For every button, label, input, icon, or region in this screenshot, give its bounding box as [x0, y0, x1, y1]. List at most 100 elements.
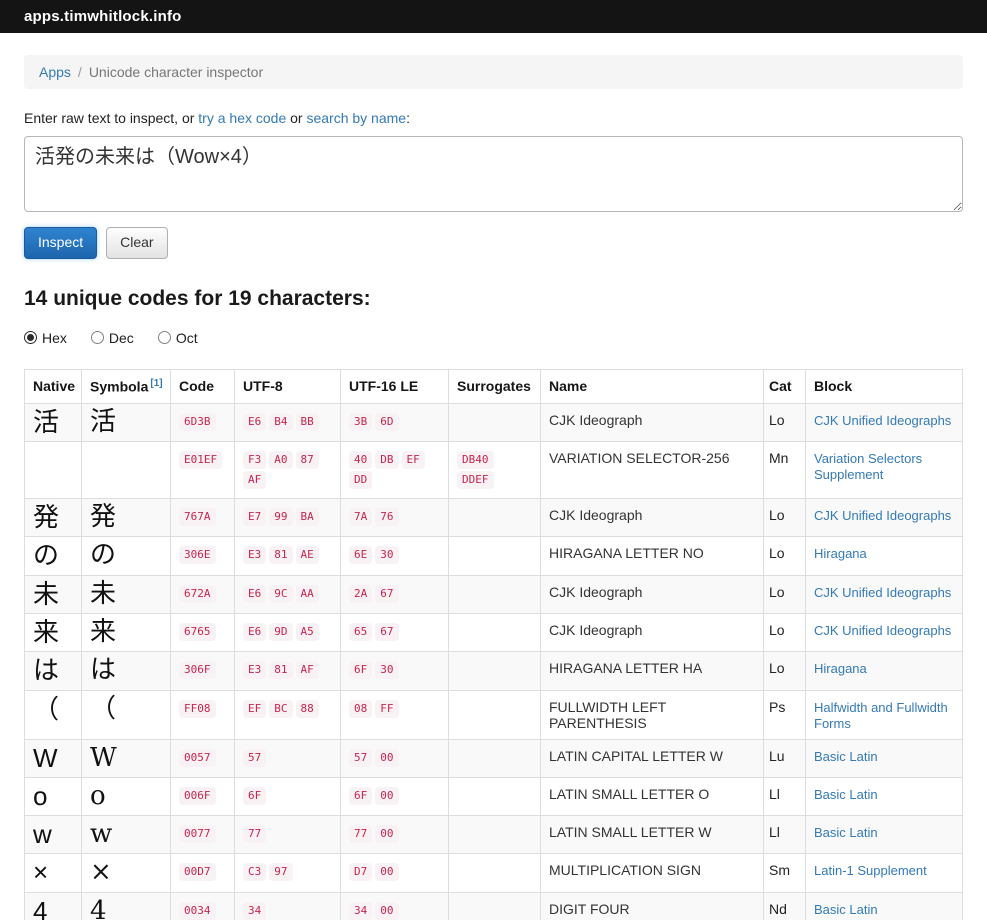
code-chip[interactable]: BA	[296, 508, 319, 526]
radix-radio-dec[interactable]	[91, 331, 104, 344]
code-chip[interactable]: 0034	[179, 902, 216, 920]
code-chip[interactable]: D7	[349, 863, 372, 881]
code-chip[interactable]: 3B	[349, 413, 372, 431]
code-chip[interactable]: FF08	[179, 700, 216, 718]
code-chip[interactable]: 40	[349, 451, 372, 469]
code-chip[interactable]: 6F	[349, 661, 372, 679]
code-chip[interactable]: 767A	[179, 508, 216, 526]
code-chip[interactable]: 77	[349, 825, 372, 843]
code-chip[interactable]: DB40	[457, 451, 494, 469]
block-link[interactable]: Latin-1 Supplement	[814, 863, 927, 878]
code-chip[interactable]: EF	[402, 451, 425, 469]
code-chip[interactable]: 34	[349, 902, 372, 920]
code-chip[interactable]: 88	[296, 700, 319, 718]
code-chip[interactable]: 65	[349, 623, 372, 641]
code-chip[interactable]: E6	[243, 413, 266, 431]
code-chip[interactable]: 7A	[349, 508, 372, 526]
code-chip[interactable]: C3	[243, 863, 266, 881]
block-link[interactable]: Hiragana	[814, 546, 867, 561]
code-chip[interactable]: EF	[243, 700, 266, 718]
block-link[interactable]: Variation Selectors Supplement	[814, 451, 922, 482]
code-chip[interactable]: 30	[375, 546, 398, 564]
code-chip[interactable]: 6E	[349, 546, 372, 564]
block-link[interactable]: Basic Latin	[814, 749, 878, 764]
code-chip[interactable]: E6	[243, 585, 266, 603]
block-link[interactable]: CJK Unified Ideographs	[814, 585, 951, 600]
code-chip[interactable]: E3	[243, 661, 266, 679]
code-chip[interactable]: 77	[243, 825, 266, 843]
code-chip[interactable]: 67	[375, 585, 398, 603]
code-chip[interactable]: 006F	[179, 787, 216, 805]
code-chip[interactable]: 306F	[179, 661, 216, 679]
code-chip[interactable]: E3	[243, 546, 266, 564]
code-chip[interactable]: 00	[375, 825, 398, 843]
code-chip[interactable]: 00	[375, 902, 398, 920]
block-link[interactable]: Basic Latin	[814, 825, 878, 840]
code-chip[interactable]: 0057	[179, 749, 216, 767]
code-chip[interactable]: A5	[296, 623, 319, 641]
code-chip[interactable]: 34	[243, 902, 266, 920]
code-chip[interactable]: E7	[243, 508, 266, 526]
radix-radio-hex[interactable]	[24, 331, 37, 344]
code-chip[interactable]: B4	[269, 413, 292, 431]
code-chip[interactable]: F3	[243, 451, 266, 469]
block-link[interactable]: CJK Unified Ideographs	[814, 413, 951, 428]
code-chip[interactable]: A0	[269, 451, 292, 469]
code-chip[interactable]: 00	[375, 787, 398, 805]
block-link[interactable]: CJK Unified Ideographs	[814, 508, 951, 523]
code-chip[interactable]: 57	[243, 749, 266, 767]
code-chip[interactable]: AF	[243, 471, 266, 489]
inspect-input[interactable]: 活発の未来は（Wow×4）	[24, 136, 963, 212]
code-chip[interactable]: 6765	[179, 623, 216, 641]
search-by-name-link[interactable]: search by name	[306, 110, 406, 126]
code-chip[interactable]: 306E	[179, 546, 216, 564]
code-chip[interactable]: AA	[296, 585, 319, 603]
code-chip[interactable]: 99	[269, 508, 292, 526]
block-link[interactable]: Hiragana	[814, 661, 867, 676]
radix-radio-oct[interactable]	[158, 331, 171, 344]
code-chip[interactable]: 81	[269, 546, 292, 564]
radix-option-oct[interactable]: Oct	[158, 330, 198, 346]
site-title[interactable]: apps.timwhitlock.info	[24, 8, 182, 25]
code-chip[interactable]: DDEF	[457, 471, 494, 489]
code-chip[interactable]: E01EF	[179, 451, 222, 469]
code-chip[interactable]: 672A	[179, 585, 216, 603]
block-link[interactable]: Basic Latin	[814, 787, 878, 802]
block-link[interactable]: Halfwidth and Fullwidth Forms	[814, 700, 948, 731]
code-chip[interactable]: 2A	[349, 585, 372, 603]
code-chip[interactable]: BB	[296, 413, 319, 431]
code-chip[interactable]: 76	[375, 508, 398, 526]
radix-option-hex[interactable]: Hex	[24, 330, 67, 346]
symbola-footnote-link[interactable]: [1]	[150, 378, 162, 389]
block-link[interactable]: CJK Unified Ideographs	[814, 623, 951, 638]
block-link[interactable]: Basic Latin	[814, 902, 878, 917]
code-chip[interactable]: AF	[296, 661, 319, 679]
code-chip[interactable]: 00	[375, 749, 398, 767]
code-chip[interactable]: 0077	[179, 825, 216, 843]
code-chip[interactable]: 6D	[375, 413, 398, 431]
code-chip[interactable]: FF	[375, 700, 398, 718]
code-chip[interactable]: 57	[349, 749, 372, 767]
code-chip[interactable]: 6F	[349, 787, 372, 805]
code-chip[interactable]: 81	[269, 661, 292, 679]
code-chip[interactable]: 6D3B	[179, 413, 216, 431]
radix-option-dec[interactable]: Dec	[91, 330, 134, 346]
code-chip[interactable]: 6F	[243, 787, 266, 805]
code-chip[interactable]: 00	[375, 863, 398, 881]
code-chip[interactable]: DB	[375, 451, 398, 469]
code-chip[interactable]: 08	[349, 700, 372, 718]
code-chip[interactable]: E6	[243, 623, 266, 641]
code-chip[interactable]: 67	[375, 623, 398, 641]
code-chip[interactable]: 00D7	[179, 863, 216, 881]
code-chip[interactable]: 9D	[269, 623, 292, 641]
code-chip[interactable]: 87	[296, 451, 319, 469]
hex-code-link[interactable]: try a hex code	[198, 110, 286, 126]
code-chip[interactable]: 9C	[269, 585, 292, 603]
inspect-button[interactable]: Inspect	[24, 227, 97, 259]
code-chip[interactable]: DD	[349, 471, 372, 489]
code-chip[interactable]: 97	[269, 863, 292, 881]
code-chip[interactable]: AE	[296, 546, 319, 564]
clear-button[interactable]: Clear	[106, 227, 167, 259]
code-chip[interactable]: BC	[269, 700, 292, 718]
breadcrumb-apps-link[interactable]: Apps	[39, 64, 71, 80]
